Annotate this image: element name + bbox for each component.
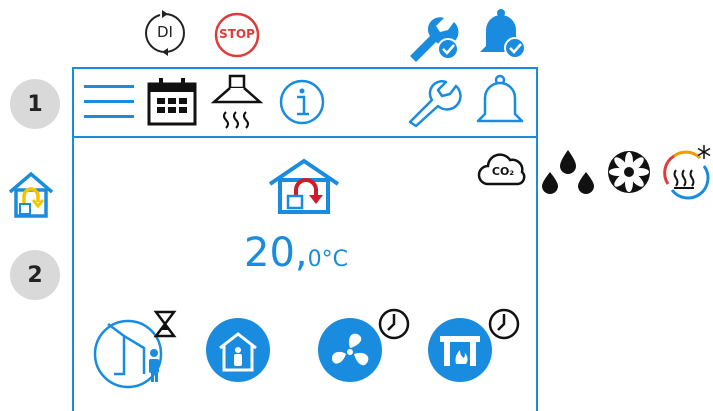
temperature-readout: 20,0°C xyxy=(244,230,348,276)
return-home-large-icon xyxy=(268,158,340,214)
alarms-button[interactable] xyxy=(474,74,526,130)
heating-cooling-icon xyxy=(663,145,711,200)
calendar-icon xyxy=(147,78,197,126)
home-icon xyxy=(206,318,270,382)
heating-cooling-indicator xyxy=(660,144,712,200)
humidity-indicator xyxy=(540,148,598,194)
alarm-status[interactable] xyxy=(476,8,532,62)
toolbar-divider xyxy=(72,136,538,138)
panel-left-border xyxy=(72,67,74,411)
callout-1: 1 xyxy=(10,79,60,129)
co2-indicator: CO₂ xyxy=(477,152,528,190)
calendar-button[interactable] xyxy=(146,76,198,126)
menu-button[interactable] xyxy=(82,80,136,124)
active-mode-indicator xyxy=(6,170,56,220)
wrench-icon xyxy=(408,80,462,128)
di-label: DI xyxy=(157,23,173,41)
away-timer-button[interactable] xyxy=(93,310,184,390)
wrench-check-icon xyxy=(410,17,459,62)
co2-label: CO₂ xyxy=(491,165,515,178)
di-button[interactable]: DI xyxy=(142,10,188,56)
fireplace-timer-icon xyxy=(428,308,520,382)
return-home-icon xyxy=(8,171,54,218)
fireplace-timer-button[interactable] xyxy=(424,306,520,386)
away-timer-icon xyxy=(93,310,177,389)
fan-indicator xyxy=(604,148,654,196)
service-status[interactable] xyxy=(404,12,464,62)
temperature-value: 20, xyxy=(244,230,308,276)
cooker-hood-icon xyxy=(210,74,264,129)
fan-icon xyxy=(608,151,650,193)
bell-icon xyxy=(476,74,524,123)
current-mode-icon-wrap xyxy=(266,158,342,216)
callout-2: 2 xyxy=(10,250,60,300)
stop-label: STOP xyxy=(219,27,255,41)
panel-top-border xyxy=(72,67,538,69)
info-icon xyxy=(279,79,325,125)
service-button[interactable] xyxy=(404,76,462,128)
humidity-icon xyxy=(542,150,594,194)
cooker-hood-button[interactable] xyxy=(210,74,264,134)
home-button[interactable] xyxy=(204,314,274,384)
panel-right-border xyxy=(536,67,538,411)
menu-icon xyxy=(84,85,134,118)
bell-check-icon xyxy=(480,9,526,59)
stop-button[interactable]: STOP xyxy=(214,12,260,58)
temperature-unit: 0°C xyxy=(307,247,348,272)
boost-fan-timer-button[interactable] xyxy=(314,306,410,386)
boost-fan-timer-icon xyxy=(318,308,410,382)
info-button[interactable] xyxy=(278,78,326,126)
